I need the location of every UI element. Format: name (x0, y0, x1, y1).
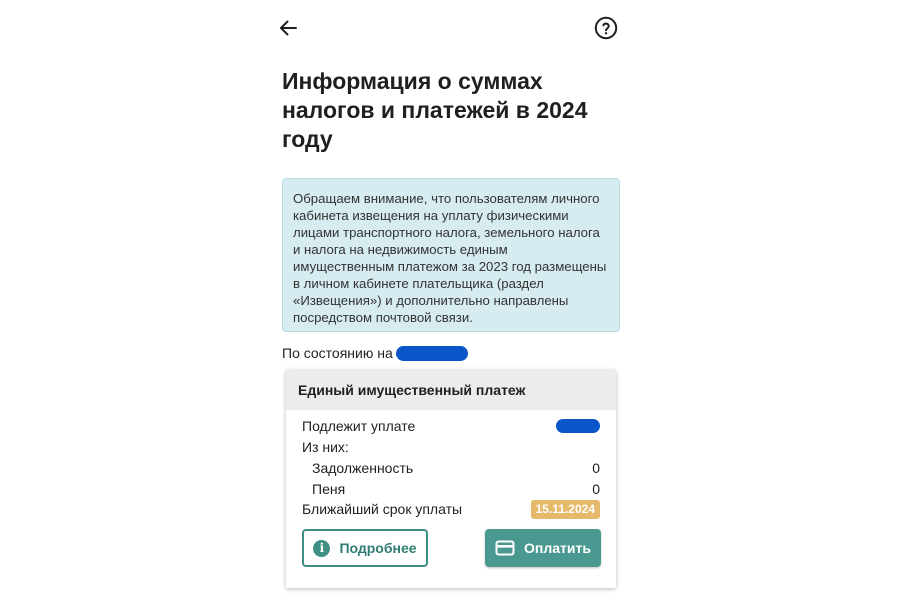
help-circle-icon (594, 16, 618, 40)
info-icon: i (313, 539, 331, 557)
status-row: По состоянию на (282, 344, 468, 362)
redacted-date (395, 345, 468, 361)
redacted-amount (556, 419, 600, 433)
deadline-badge: 15.11.2024 (530, 499, 600, 519)
row-debt: Задолженность 0 (302, 458, 600, 478)
penalty-value: 0 (592, 481, 600, 497)
debt-label: Задолженность (312, 460, 414, 476)
status-label: По состоянию на (282, 345, 393, 361)
back-button[interactable] (276, 16, 300, 40)
deadline-label: Ближайший срок уплаты (302, 501, 463, 517)
row-deadline: Ближайший срок уплаты 15.11.2024 (302, 499, 600, 519)
payment-card: Единый имущественный платеж Подлежит упл… (286, 370, 616, 588)
details-button-label: Подробнее (339, 540, 417, 556)
pay-button-label: Оплатить (524, 540, 591, 556)
info-notice: Обращаем внимание, что пользователям лич… (282, 178, 620, 332)
pay-button[interactable]: Оплатить (485, 529, 601, 567)
penalty-label: Пеня (312, 481, 346, 497)
of-them-label: Из них: (302, 439, 349, 455)
card-header: Единый имущественный платеж (286, 370, 616, 410)
arrow-left-icon (280, 20, 297, 36)
row-penalty: Пеня 0 (302, 479, 600, 499)
notice-text: Обращаем внимание, что пользователям лич… (293, 191, 607, 325)
card-title: Единый имущественный платеж (298, 382, 526, 398)
row-of-them: Из них: (302, 437, 600, 457)
app-screen: Информация о суммах налогов и платежей в… (0, 0, 900, 600)
row-due: Подлежит уплате (302, 416, 600, 436)
help-button[interactable] (594, 16, 618, 40)
credit-card-icon (495, 540, 515, 556)
details-button[interactable]: i Подробнее (302, 529, 428, 567)
debt-value: 0 (592, 460, 600, 476)
page-title: Информация о суммах налогов и платежей в… (282, 68, 588, 152)
due-label: Подлежит уплате (302, 418, 416, 434)
